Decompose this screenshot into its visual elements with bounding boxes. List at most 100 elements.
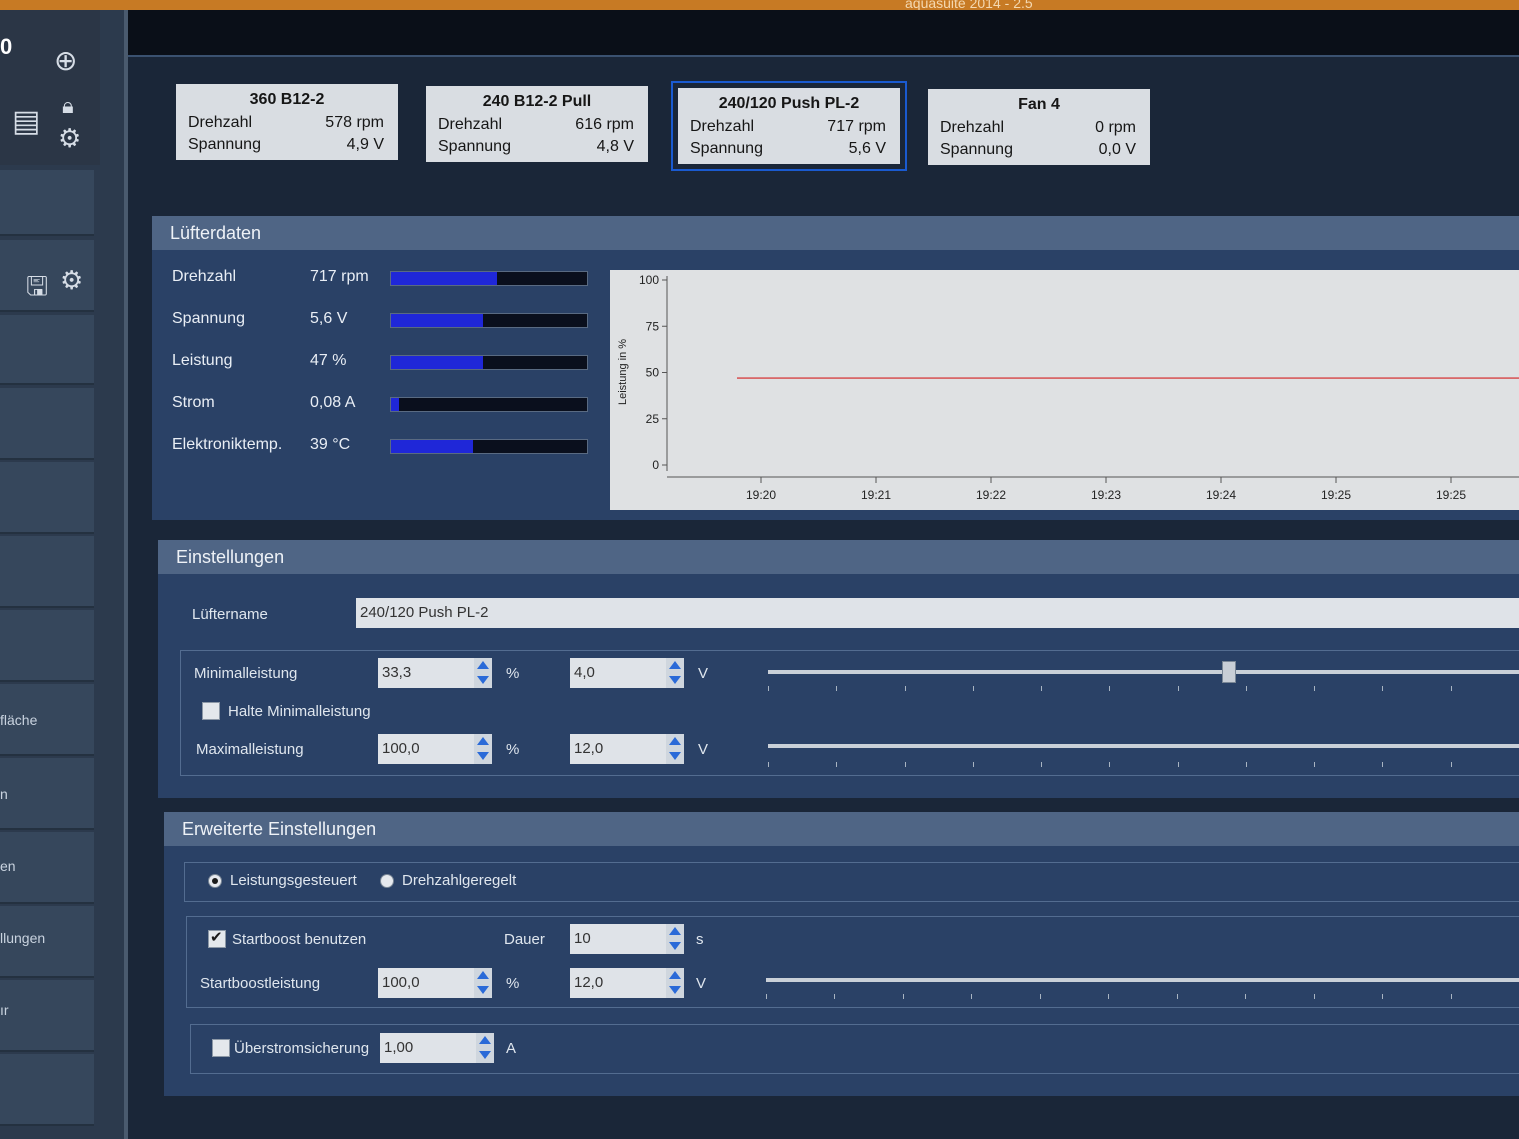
min-volt-input[interactable]: 4,0 xyxy=(570,658,666,688)
spin-up-icon[interactable] xyxy=(669,737,681,745)
spin-up-icon[interactable] xyxy=(669,971,681,979)
hold-min-checkbox[interactable] xyxy=(202,702,220,720)
spin-down-icon[interactable] xyxy=(669,942,681,950)
fan-data-value: 39 °C xyxy=(310,436,351,453)
sidebar-block[interactable] xyxy=(0,170,94,236)
y-tick-label: 50 xyxy=(646,366,660,380)
slider-tick xyxy=(1245,994,1247,999)
spin-up-icon[interactable] xyxy=(477,737,489,745)
boost-percent-spinner[interactable] xyxy=(474,968,492,998)
boost-volt-spinner[interactable] xyxy=(666,968,684,998)
slider-tick xyxy=(834,994,836,999)
sidebar-item-label: ır xyxy=(0,1002,9,1018)
sidebar-block[interactable] xyxy=(0,536,94,608)
sidebar-block[interactable] xyxy=(0,610,94,682)
overcurrent-input[interactable]: 1,00 xyxy=(380,1033,476,1063)
spin-down-icon[interactable] xyxy=(479,1051,491,1059)
x-tick-label: 19:25 xyxy=(1321,488,1351,502)
spin-down-icon[interactable] xyxy=(669,676,681,684)
duration-input[interactable]: 10 xyxy=(570,924,666,954)
sidebar-block[interactable] xyxy=(0,1054,94,1126)
spin-down-icon[interactable] xyxy=(669,986,681,994)
voltage-label: Spannung xyxy=(690,140,763,157)
sidebar-item[interactable]: ır xyxy=(0,980,94,1052)
mode-speed-label: Drehzahlgeregelt xyxy=(402,872,517,889)
y-tick-label: 100 xyxy=(639,273,659,287)
fan-data-level-fill xyxy=(391,356,484,369)
fan-data-label: Spannung xyxy=(172,310,245,327)
min-percent-spinner[interactable] xyxy=(474,658,492,688)
settings-gear-icon[interactable]: ⚙ xyxy=(60,266,83,296)
add-icon[interactable]: ⊕ xyxy=(54,44,77,77)
fan-data-value: 717 rpm xyxy=(310,268,369,285)
speed-label: Drehzahl xyxy=(940,119,1005,136)
x-tick-label: 19:21 xyxy=(861,488,891,502)
lock-icon[interactable]: 🔒︎ xyxy=(62,94,74,119)
y-tick-label: 0 xyxy=(652,458,659,472)
max-volt-input[interactable]: 12,0 xyxy=(570,734,666,764)
settings-title: Einstellungen xyxy=(158,540,1519,574)
max-power-slider[interactable] xyxy=(768,744,1519,748)
ampere-unit: A xyxy=(506,1040,517,1057)
save-icon[interactable]: 🖫︎ xyxy=(26,268,48,312)
slider-tick xyxy=(1382,686,1384,691)
min-power-slider-thumb[interactable] xyxy=(1222,661,1237,683)
speed-label: Drehzahl xyxy=(690,118,755,135)
spin-down-icon[interactable] xyxy=(477,676,489,684)
max-slider-ticks xyxy=(768,762,1519,768)
sidebar-block[interactable] xyxy=(0,315,94,385)
speed-value: 578 rpm xyxy=(325,114,384,131)
slider-tick xyxy=(1108,994,1110,999)
spin-up-icon[interactable] xyxy=(477,971,489,979)
min-percent-input[interactable]: 33,3 xyxy=(378,658,474,688)
y-tick-label: 75 xyxy=(646,319,660,333)
fan-card-4[interactable]: Fan 4 Drehzahl 0 rpm Spannung 0,0 V xyxy=(928,89,1150,165)
spin-down-icon[interactable] xyxy=(477,752,489,760)
min-slider-ticks xyxy=(768,686,1519,692)
slider-tick xyxy=(1039,994,1041,999)
percent-unit: % xyxy=(506,975,520,992)
slider-tick xyxy=(836,686,838,691)
fan-card-3[interactable]: 240/120 Push PL-2 Drehzahl 717 rpm Spannu… xyxy=(671,81,907,171)
overcurrent-checkbox[interactable] xyxy=(212,1039,230,1057)
spin-up-icon[interactable] xyxy=(477,661,489,669)
sidebar-item[interactable]: fläche xyxy=(0,684,94,756)
max-percent-input[interactable]: 100,0 xyxy=(378,734,474,764)
overcurrent-spinner[interactable] xyxy=(476,1033,494,1063)
sidebar-item[interactable]: en xyxy=(0,832,94,904)
fan-data-level-bar xyxy=(390,397,588,412)
fan-name-input[interactable]: 240/120 Push PL-2 xyxy=(356,598,1519,628)
sidebar-counter: 0 xyxy=(0,34,13,59)
overcurrent-label: Überstromsicherung xyxy=(234,1040,370,1057)
fan-card-1[interactable]: 360 B12-2 Drehzahl 578 rpm Spannung 4,9 V xyxy=(176,84,398,160)
sidebar-item[interactable]: n xyxy=(0,758,94,830)
mode-power-radio[interactable] xyxy=(208,874,222,888)
min-power-slider[interactable] xyxy=(768,670,1519,674)
sidebar-block[interactable] xyxy=(0,462,94,534)
max-volt-spinner[interactable] xyxy=(666,734,684,764)
device-icon[interactable]: ▤ xyxy=(12,104,40,139)
sidebar-item[interactable]: llungen xyxy=(0,906,94,978)
spin-down-icon[interactable] xyxy=(669,752,681,760)
spin-down-icon[interactable] xyxy=(477,986,489,994)
mode-speed-radio[interactable] xyxy=(380,874,394,888)
boost-percent-input[interactable]: 100,0 xyxy=(378,968,474,998)
spin-up-icon[interactable] xyxy=(669,927,681,935)
spin-up-icon[interactable] xyxy=(669,661,681,669)
sidebar-item-label: n xyxy=(0,786,8,802)
startboost-checkbox[interactable] xyxy=(208,928,226,948)
fan-data-label: Leistung xyxy=(172,352,233,369)
gear-icon[interactable]: ⚙ xyxy=(58,124,81,154)
min-volt-spinner[interactable] xyxy=(666,658,684,688)
duration-spinner[interactable] xyxy=(666,924,684,954)
fan-card-2[interactable]: 240 B12-2 Pull Drehzahl 616 rpm Spannung 4… xyxy=(426,86,648,162)
seconds-unit: s xyxy=(696,931,704,948)
fan-data-level-fill xyxy=(391,272,497,285)
boost-power-slider[interactable] xyxy=(766,978,1519,982)
sidebar-block[interactable] xyxy=(0,388,94,460)
fan-data-level-bar xyxy=(390,271,588,286)
slider-tick xyxy=(904,762,906,767)
boost-volt-input[interactable]: 12,0 xyxy=(570,968,666,998)
spin-up-icon[interactable] xyxy=(479,1036,491,1044)
max-percent-spinner[interactable] xyxy=(474,734,492,764)
